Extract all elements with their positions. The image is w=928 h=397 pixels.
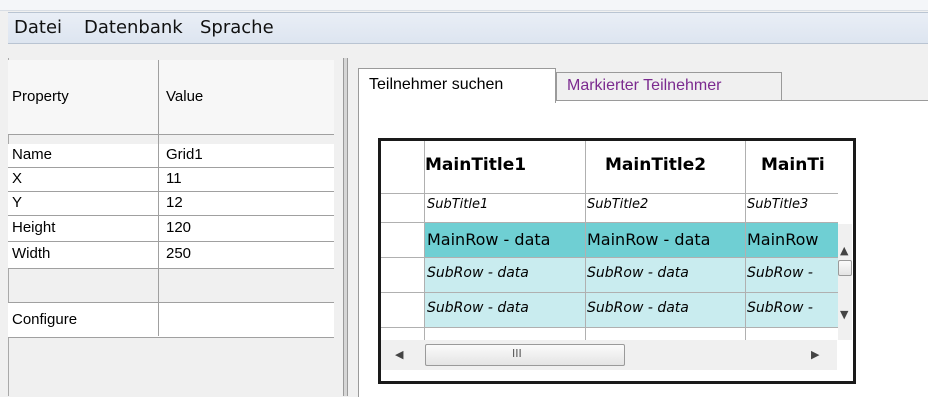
vertical-scrollbar[interactable]: ▲ ▼ (838, 224, 852, 340)
property-row-y[interactable]: Y 12 (8, 192, 334, 216)
grid-line (381, 327, 838, 328)
grid-line (381, 257, 838, 258)
property-row-configure[interactable]: Configure (8, 302, 334, 338)
sub-row-1-cell-3[interactable]: SubRow - (747, 265, 837, 281)
property-column-divider (158, 60, 159, 336)
sub-row-2-cell-1[interactable]: SubRow - data (427, 300, 585, 316)
sub-row-2-cell-2[interactable]: SubRow - data (587, 300, 745, 316)
property-value[interactable]: 120 (166, 219, 191, 236)
menu-bar: Datei Datenbank Sprache (8, 12, 928, 44)
window-top-edge (0, 0, 928, 11)
sub-title-2: SubTitle2 (587, 197, 649, 212)
property-value[interactable]: 12 (166, 194, 183, 211)
main-row-cell-3[interactable]: MainRow (747, 230, 837, 249)
scroll-left-icon[interactable]: ◀ (395, 348, 403, 361)
property-label: X (12, 170, 23, 187)
grid-line (585, 141, 586, 341)
scroll-right-icon[interactable]: ▶ (811, 348, 819, 361)
grid-line (745, 141, 746, 341)
property-row-height[interactable]: Height 120 (8, 216, 334, 242)
grip-icon: III (512, 347, 522, 360)
sub-row-2-cell-3[interactable]: SubRow - (747, 300, 837, 316)
property-row-name[interactable]: Name Grid1 (8, 144, 334, 168)
property-label: Width (12, 245, 51, 262)
main-title-2[interactable]: MainTitle2 (605, 155, 755, 175)
menu-datenbank[interactable]: Datenbank (84, 17, 183, 38)
grid-line (381, 292, 838, 293)
tab-markierter-teilnehmer[interactable]: Markierter Teilnehmer (556, 72, 782, 101)
property-value[interactable]: Grid1 (166, 146, 203, 163)
vertical-scroll-thumb[interactable] (838, 260, 852, 276)
row-header-corner (381, 141, 416, 191)
main-title-1[interactable]: MainTitle1 (425, 155, 575, 175)
property-column-header: Property (12, 88, 69, 105)
sub-row-1-cell-1[interactable]: SubRow - data (427, 265, 585, 281)
property-label: Height (12, 219, 56, 236)
property-label: Configure (12, 311, 78, 328)
tab-label: Teilnehmer suchen (369, 76, 504, 93)
scroll-down-icon[interactable]: ▼ (840, 308, 848, 321)
horizontal-scrollbar[interactable]: ◀ III ▶ (381, 340, 837, 370)
tab-label: Markierter Teilnehmer (567, 77, 722, 94)
grid-line (424, 141, 425, 341)
property-header-row: Property Value (8, 60, 334, 135)
sub-title-1: SubTitle1 (427, 197, 489, 212)
property-label: Name (12, 146, 53, 163)
value-column-header: Value (166, 88, 204, 105)
property-value[interactable]: 11 (166, 170, 182, 187)
sub-title-3: SubTitle3 (747, 197, 809, 212)
scroll-up-icon[interactable]: ▲ (840, 244, 848, 257)
menu-sprache[interactable]: Sprache (200, 17, 274, 38)
horizontal-scroll-thumb[interactable]: III (425, 344, 625, 366)
menu-datei[interactable]: Datei (14, 17, 62, 38)
splitter[interactable] (343, 58, 348, 396)
main-title-3[interactable]: MainTi (761, 155, 841, 175)
property-value[interactable]: 250 (166, 245, 191, 262)
grid-line (381, 193, 838, 194)
grid-line (381, 222, 838, 223)
property-row-width[interactable]: Width 250 (8, 242, 334, 269)
property-label: Y (12, 194, 23, 211)
main-row-cell-1[interactable]: MainRow - data (427, 230, 585, 249)
property-row-x[interactable]: X 11 (8, 168, 334, 192)
sub-row-1-cell-2[interactable]: SubRow - data (587, 265, 745, 281)
main-row-cell-2[interactable]: MainRow - data (587, 230, 745, 249)
tab-teilnehmer-suchen[interactable]: Teilnehmer suchen (358, 68, 556, 103)
